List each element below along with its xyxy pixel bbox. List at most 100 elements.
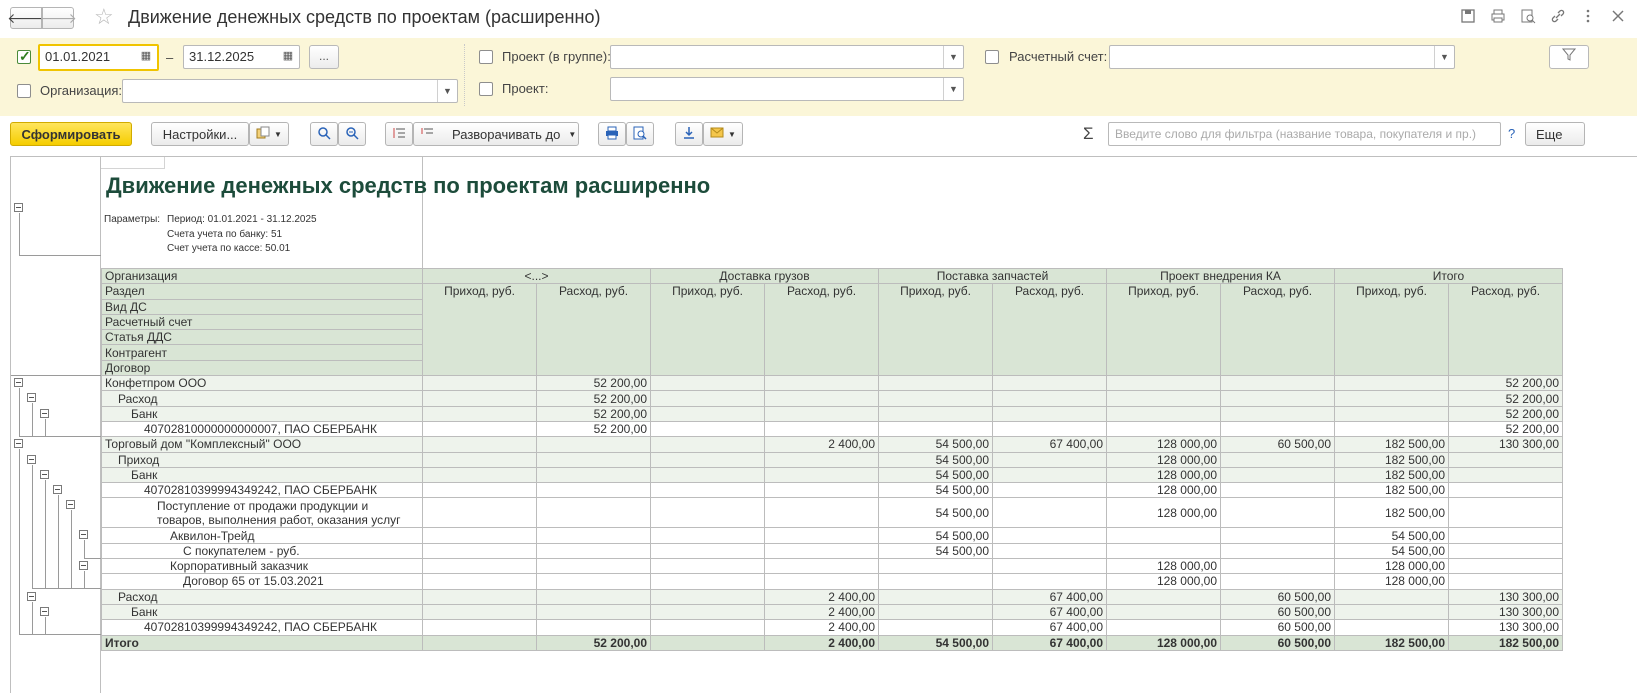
collapse-header-icon[interactable] <box>14 203 23 212</box>
project-group-field[interactable]: ▼ <box>610 45 964 69</box>
collapse-group-icon[interactable] <box>27 393 36 402</box>
project-group-checkbox[interactable] <box>479 50 493 64</box>
income-header: Приход, руб. <box>422 283 537 377</box>
value-cell: 67 400,00 <box>992 588 1107 605</box>
filter-search-input[interactable]: Введите слово для фильтра (название това… <box>1108 122 1501 146</box>
tree-line <box>45 617 46 634</box>
collapse-group-icon[interactable] <box>53 485 62 494</box>
collapse-group-icon[interactable] <box>14 378 23 387</box>
variants-button[interactable]: ▼ <box>249 122 289 146</box>
value-cell <box>650 497 765 529</box>
chevron-down-icon[interactable]: ▼ <box>437 80 457 102</box>
report-sheet[interactable]: Движение денежных средств по проектам ра… <box>10 156 1637 693</box>
row-label: 40702810000000000007, ПАО СБЕРБАНК <box>101 420 423 438</box>
income-header: Приход, руб. <box>878 283 993 377</box>
value-cell: 182 500,00 <box>1334 466 1449 484</box>
total-value-cell <box>422 634 537 651</box>
collapse-group-icon[interactable] <box>40 470 49 479</box>
search-button[interactable] <box>310 122 338 146</box>
date-to-field[interactable]: 31.12.2025 ▦ <box>183 45 300 69</box>
value-cell <box>1448 527 1563 544</box>
value-cell <box>536 482 651 499</box>
value-cell: 182 500,00 <box>1334 451 1449 468</box>
value-cell <box>1106 603 1221 621</box>
collapse-group-icon[interactable] <box>14 439 23 448</box>
value-cell <box>650 619 765 636</box>
organization-checkbox[interactable] <box>17 84 31 98</box>
organization-field[interactable]: ▼ <box>122 79 458 103</box>
collapse-group-icon[interactable] <box>40 409 49 418</box>
preview-icon[interactable] <box>1519 8 1537 26</box>
collapse-group-icon[interactable] <box>66 500 75 509</box>
help-icon[interactable]: ? <box>1508 126 1515 141</box>
account-checkbox[interactable] <box>985 50 999 64</box>
collapse-group-icon[interactable] <box>79 561 88 570</box>
value-cell: 54 500,00 <box>878 497 993 529</box>
calendar-icon[interactable]: ▦ <box>135 46 157 69</box>
generate-button[interactable]: Сформировать <box>10 122 132 146</box>
value-cell <box>878 603 993 621</box>
filter-panel: 01.01.2021 ▦ – 31.12.2025 ▦ ... Организа… <box>0 38 1637 116</box>
value-cell <box>992 451 1107 468</box>
expand-to-label: Разворачивать до <box>452 126 561 142</box>
table-row: Корпоративный заказчик 128 000,00 128 000,… <box>101 558 1563 575</box>
send-email-button[interactable]: ▼ <box>703 122 743 146</box>
value-cell: 54 500,00 <box>878 542 993 560</box>
calendar-icon[interactable]: ▦ <box>277 46 299 68</box>
value-cell <box>1448 573 1563 590</box>
value-cell: 60 500,00 <box>1220 588 1335 605</box>
save-to-file-button[interactable] <box>675 122 703 146</box>
collapse-groups-button[interactable] <box>385 122 413 146</box>
link-icon[interactable] <box>1549 8 1567 26</box>
value-cell <box>536 603 651 621</box>
print-icon[interactable] <box>1489 8 1507 26</box>
favorite-star-icon[interactable]: ☆ <box>94 4 114 30</box>
filter-settings-button[interactable] <box>1549 45 1589 69</box>
chevron-down-icon[interactable]: ▼ <box>943 46 963 68</box>
value-cell <box>764 405 879 422</box>
search-icon <box>317 126 331 143</box>
search-clear-button[interactable] <box>338 122 366 146</box>
account-field[interactable]: ▼ <box>1109 45 1455 69</box>
value-cell: 52 200,00 <box>1448 420 1563 438</box>
value-cell: 67 400,00 <box>992 619 1107 636</box>
sum-icon[interactable]: Σ <box>1083 124 1094 144</box>
value-cell <box>1220 451 1335 468</box>
collapse-group-icon[interactable] <box>79 530 88 539</box>
tree-line <box>19 449 20 634</box>
total-row: Итого 52 200,00 2 400,00 54 500,00 67 400,00… <box>101 634 1563 651</box>
back-button[interactable]: 🡐 <box>7 7 45 29</box>
value-cell: 54 500,00 <box>878 466 993 484</box>
expand-to-button[interactable]: Разворачивать до ▼ <box>413 122 579 146</box>
value-cell: 128 000,00 <box>1106 451 1221 468</box>
forward-button[interactable]: 🡒 <box>39 7 77 29</box>
collapse-group-icon[interactable] <box>27 592 36 601</box>
settings-button[interactable]: Настройки... <box>151 122 249 146</box>
value-cell <box>422 542 537 560</box>
collapse-group-icon[interactable] <box>27 455 36 464</box>
period-select-button[interactable]: ... <box>309 45 339 69</box>
value-cell: 128 000,00 <box>1106 573 1221 590</box>
project-checkbox[interactable] <box>479 82 493 96</box>
collapse-group-icon[interactable] <box>40 607 49 616</box>
chevron-down-icon[interactable]: ▼ <box>1434 46 1454 68</box>
value-cell <box>878 390 993 407</box>
chevron-down-icon[interactable]: ▼ <box>943 78 963 100</box>
print-button[interactable] <box>598 122 626 146</box>
date-from-field[interactable]: 01.01.2021 ▦ <box>38 44 159 71</box>
project-field[interactable]: ▼ <box>610 77 964 101</box>
print-preview-button[interactable] <box>626 122 654 146</box>
period-checkbox[interactable] <box>17 48 31 65</box>
close-icon[interactable] <box>1609 8 1627 26</box>
table-row: Банк 52 200,00 52 200,00 <box>101 405 1563 422</box>
row-label: Аквилон-Трейд <box>101 527 423 544</box>
value-cell <box>992 390 1107 407</box>
more-button[interactable]: Еще <box>1525 122 1585 146</box>
value-cell <box>1106 375 1221 392</box>
more-vertical-icon[interactable] <box>1579 8 1597 26</box>
value-cell <box>1220 542 1335 560</box>
expense-header: Расход, руб. <box>1448 283 1563 377</box>
value-cell <box>650 588 765 605</box>
save-icon[interactable] <box>1459 8 1477 26</box>
row-label: Торговый дом "Комплексный" ООО <box>101 436 423 453</box>
